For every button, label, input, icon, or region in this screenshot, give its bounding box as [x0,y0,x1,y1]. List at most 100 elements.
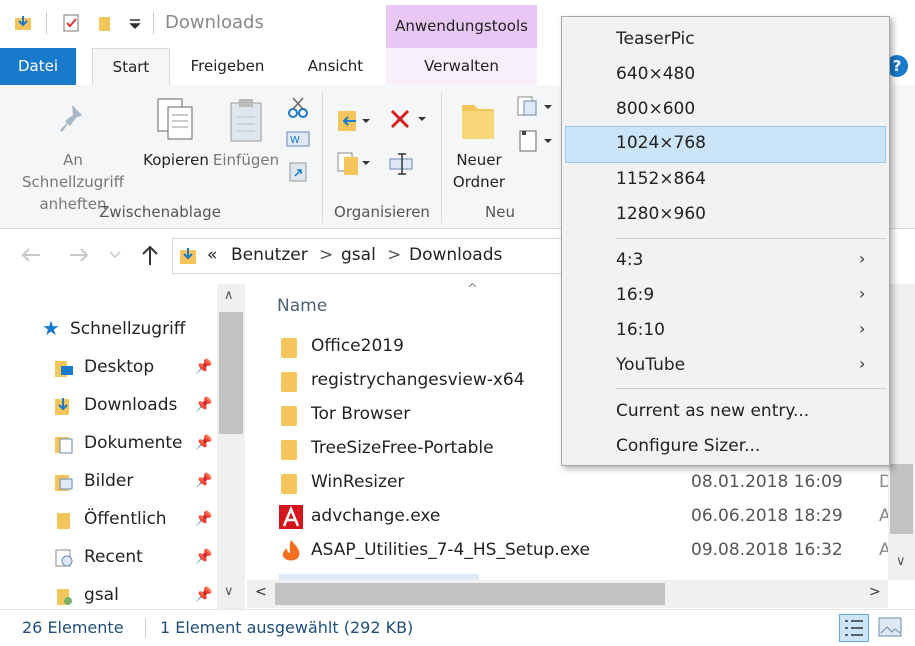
status-bar: 26 Elemente 1 Element ausgewählt (292 KB… [0,609,915,646]
scrollbar-thumb[interactable] [219,312,243,434]
paste-button[interactable]: Einfügen [212,149,280,171]
recent-locations-chevron-icon[interactable] [108,250,122,260]
nav-item-schnellzugriff[interactable]: ★ Schnellzugriff [0,311,215,349]
pin-icon[interactable]: 📌 [195,587,212,603]
folder-icon [281,406,297,426]
menu-item-16-9[interactable]: 16:9 › [562,278,889,313]
file-name: registrychangesview-x64 [311,370,525,390]
breadcrumb-separator: > [387,245,402,265]
nav-item-label: Öffentlich [84,509,167,529]
nav-item-label: Desktop [84,357,155,377]
breadcrumb-downloads[interactable]: Downloads [409,245,502,265]
submenu-arrow-icon: › [859,354,866,373]
menu-item-16-10[interactable]: 16:10 › [562,313,889,348]
move-to-icon[interactable] [336,107,372,133]
svg-text:W: W [290,135,300,146]
submenu-arrow-icon: › [859,284,866,303]
new-item-icon[interactable] [516,95,554,119]
downloads-icon[interactable] [14,14,32,32]
nav-item-desktop[interactable]: Desktop 📌 [0,349,215,387]
large-icons-view-icon[interactable] [878,616,902,638]
menu-item-1024x768[interactable]: 1024×768 [565,126,886,163]
copy-button[interactable]: Kopieren [140,149,212,171]
scroll-down-arrow-icon[interactable]: ∨ [224,584,234,599]
customize-toolbar-icon[interactable] [126,14,144,32]
file-date: 09.08.2018 16:32 [691,540,843,560]
scrollbar-thumb[interactable] [890,464,913,534]
scroll-left-arrow-icon[interactable]: < [255,584,267,600]
horizontal-scrollbar[interactable]: < > [247,580,888,608]
column-header-name[interactable]: Name [277,296,327,316]
rename-icon[interactable] [388,151,414,177]
file-list-scrollbar[interactable]: ∨ [888,284,915,580]
nav-pane-scrollbar[interactable]: ∧ ∨ [217,284,245,609]
menu-item-800x600[interactable]: 800×600 [562,92,889,127]
pin-icon[interactable]: 📌 [195,397,212,413]
menu-item-640x480[interactable]: 640×480 [562,57,889,92]
pin-icon[interactable]: 📌 [195,549,212,565]
tab-verwalten[interactable]: Verwalten [386,48,537,85]
menu-item-teaserpic[interactable]: TeaserPic [562,22,889,57]
back-arrow-icon[interactable] [20,246,42,264]
nav-item-label: gsal [84,585,119,605]
scroll-up-arrow-icon[interactable]: ∧ [224,288,234,303]
group-label-organize: Organisieren [334,203,430,221]
tab-ansicht[interactable]: Ansicht [293,48,378,85]
navigation-pane: ★ Schnellzugriff Desktop 📌 Downloads 📌 D… [0,284,245,609]
nav-item-downloads[interactable]: Downloads 📌 [0,387,215,425]
file-row[interactable]: ASAP_Utilities_7-4_HS_Setup.exe 09.08.20… [247,534,891,568]
sort-arrow-icon: ^ [467,282,478,297]
paste-shortcut-icon[interactable] [288,161,308,183]
sizer-context-menu: TeaserPic 640×480 800×600 1024×768 1152×… [561,16,890,466]
pin-icon[interactable]: 📌 [195,511,212,527]
scroll-right-arrow-icon[interactable]: > [869,584,881,600]
menu-item-label: Configure Sizer... [616,436,761,456]
selection-info: 1 Element ausgewählt (292 KB) [160,618,414,637]
details-view-icon[interactable] [839,614,869,642]
file-date: 06.06.2018 18:29 [691,506,843,526]
menu-item-4-3[interactable]: 4:3 › [562,243,889,278]
file-row[interactable]: advchange.exe 06.06.2018 18:29 A [247,500,891,534]
file-name: advchange.exe [311,506,441,526]
properties-icon[interactable] [62,14,80,32]
menu-item-1152x864[interactable]: 1152×864 [562,162,889,197]
nav-item-bilder[interactable]: Bilder 📌 [0,463,215,501]
address-bar[interactable]: « Benutzer > gsal > Downloads [172,238,569,274]
file-name: Tor Browser [311,404,411,424]
menu-item-current-as-new-entry[interactable]: Current as new entry... [562,394,889,429]
nav-item-recent[interactable]: Recent 📌 [0,539,215,577]
menu-item-label: 800×600 [616,99,696,119]
nav-item-oeffentlich[interactable]: Öffentlich 📌 [0,501,215,539]
nav-item-dokumente[interactable]: Dokumente 📌 [0,425,215,463]
folder-icon [281,474,297,494]
delete-icon[interactable] [388,107,428,133]
up-arrow-icon[interactable] [140,244,160,266]
status-separator [145,618,146,638]
menu-item-youtube[interactable]: YouTube › [562,348,889,383]
scroll-down-arrow-icon[interactable]: ∨ [896,554,906,569]
contextual-group-label: Anwendungstools [395,17,528,35]
pin-icon[interactable]: 📌 [195,359,212,375]
breadcrumb-gsal[interactable]: gsal [341,245,376,265]
pin-icon[interactable]: 📌 [195,435,212,451]
setup-app-icon [282,540,300,561]
menu-item-1280x960[interactable]: 1280×960 [562,197,889,232]
tab-freigeben[interactable]: Freigeben [180,48,275,85]
file-row[interactable]: WinResizer 08.01.2018 16:09 D [247,466,892,500]
tab-datei[interactable]: Datei [0,48,76,85]
copy-to-icon[interactable] [336,151,372,177]
new-folder-icon[interactable] [96,14,114,32]
menu-item-configure-sizer[interactable]: Configure Sizer... [562,429,889,464]
cut-icon[interactable] [288,97,308,119]
new-folder-button[interactable]: Neuer Ordner [444,149,514,193]
easy-access-icon[interactable] [516,129,554,153]
scrollbar-thumb[interactable] [275,583,665,605]
tab-start[interactable]: Start [92,48,170,87]
menu-separator [616,238,886,239]
pin-icon[interactable]: 📌 [195,473,212,489]
copy-path-icon[interactable]: W [286,131,310,147]
breadcrumb-overflow[interactable]: « [207,245,217,265]
breadcrumb-benutzer[interactable]: Benutzer [231,245,308,265]
pin-label-line1: An Schnellzugriff [22,151,124,191]
forward-arrow-icon[interactable] [68,246,90,264]
